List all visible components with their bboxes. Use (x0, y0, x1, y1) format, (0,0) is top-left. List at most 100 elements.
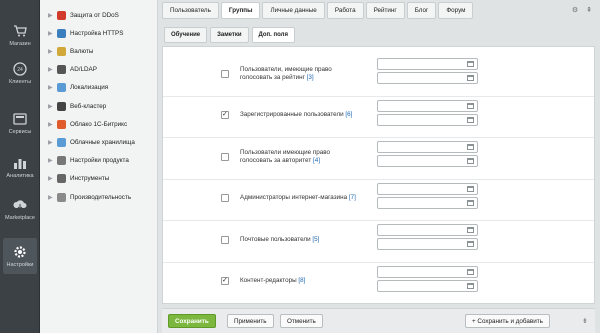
chevron-right-icon[interactable]: ▶ (48, 48, 56, 55)
calendar-icon[interactable] (467, 241, 474, 247)
group-count-link[interactable]: [4] (313, 157, 320, 164)
calendar-icon[interactable] (467, 61, 474, 67)
chevron-right-icon[interactable]: ▶ (48, 84, 56, 91)
date-from-input[interactable] (377, 58, 478, 70)
group-checkbox[interactable] (221, 110, 229, 120)
tree-item[interactable]: ▶ Валюты (40, 42, 158, 60)
pin-icon[interactable]: ⇟ (582, 317, 588, 325)
date-to-input[interactable] (377, 238, 478, 250)
group-count-link[interactable]: [3] (307, 74, 314, 81)
date-from-input[interactable] (377, 141, 478, 153)
groups-panel: Пользователи, имеющие право голосовать з… (162, 46, 595, 304)
calendar-icon[interactable] (467, 227, 474, 233)
svg-text:24: 24 (17, 67, 23, 73)
tree-item[interactable]: ▶ Локализация (40, 79, 158, 97)
chevron-right-icon[interactable]: ▶ (48, 121, 56, 128)
tree-item[interactable]: ▶ Облачные хранилища (40, 133, 158, 151)
calendar-icon[interactable] (467, 116, 474, 123)
tree-item[interactable]: ▶ AD/LDAP (40, 61, 158, 79)
tree-item[interactable]: ▶ Производительность (40, 188, 158, 206)
tree-item-label: Облако 1С-Битрикс (70, 120, 128, 128)
tree-item[interactable]: ▶ Настройка HTTPS (40, 24, 158, 42)
tree-item-label: Валюты (70, 47, 94, 55)
group-checkbox[interactable] (221, 69, 229, 78)
tab-0[interactable]: Пользователь (162, 2, 219, 19)
group-row: Пользователи имеющие право голосовать за… (163, 138, 594, 180)
calendar-icon[interactable] (467, 75, 474, 81)
gear-icon[interactable]: ⚙ (572, 6, 578, 14)
nav-item-analytics[interactable]: Аналитика (0, 148, 40, 186)
chevron-right-icon[interactable]: ▶ (48, 194, 56, 201)
calendar-icon[interactable] (467, 199, 474, 206)
tab-4[interactable]: Рейтинг (365, 2, 405, 19)
group-label: Почтовые пользователи [5] (240, 236, 380, 244)
date-to-input[interactable] (377, 155, 478, 167)
chevron-right-icon[interactable]: ▶ (48, 12, 56, 19)
chevron-right-icon[interactable]: ▶ (48, 139, 56, 146)
tree-item[interactable]: ▶ Веб-кластер (40, 97, 158, 115)
calendar-icon[interactable] (467, 268, 474, 275)
group-count-link[interactable]: [6] (345, 111, 352, 118)
date-from-input[interactable] (377, 265, 478, 278)
tree-item-label: Инструменты (70, 175, 110, 183)
group-label: Зарегистрированные пользователи [6] (240, 111, 380, 119)
tree-item-icon (57, 28, 66, 38)
chevron-right-icon[interactable]: ▶ (48, 175, 56, 182)
tree-item[interactable]: ▶ Настройки продукта (40, 152, 158, 170)
tree-item-icon (57, 46, 66, 56)
nav-item-cloud-download[interactable]: Marketplace (0, 190, 40, 228)
group-count-link[interactable]: [5] (312, 236, 319, 243)
tree-item[interactable]: ▶ Инструменты (40, 170, 158, 188)
chevron-right-icon[interactable]: ▶ (48, 66, 56, 73)
date-from-input[interactable] (377, 182, 478, 195)
chevron-right-icon[interactable]: ▶ (48, 103, 56, 110)
cloud-download-icon (13, 198, 27, 212)
date-to-input[interactable] (377, 196, 478, 209)
calendar-icon[interactable] (467, 282, 474, 289)
pin-icon[interactable]: ⇞ (586, 6, 592, 14)
tree-item-label: Облачные хранилища (70, 138, 135, 146)
chevron-right-icon[interactable]: ▶ (48, 30, 56, 37)
calendar-icon[interactable] (467, 144, 474, 150)
nav-item-services[interactable]: Сервисы (0, 104, 40, 142)
cancel-button[interactable]: Отменить (280, 314, 323, 328)
apply-button[interactable]: Применить (227, 314, 274, 328)
nav-item-cart[interactable]: Магазин (0, 16, 40, 54)
group-count-link[interactable]: [8] (298, 277, 305, 284)
subtab-2[interactable]: Доп. поля (251, 27, 295, 43)
nav-item-gear[interactable]: Настройки (3, 238, 37, 274)
group-checkbox[interactable] (221, 152, 229, 161)
tree-item-label: AD/LDAP (70, 66, 97, 74)
save-button[interactable]: Сохранить (168, 314, 216, 328)
calendar-icon[interactable] (467, 185, 474, 192)
form-footer: Сохранить Применить Отменить + Сохранить… (162, 308, 595, 333)
tree-item-icon (57, 83, 66, 93)
nav-item-label: Клиенты (8, 78, 32, 85)
date-to-input[interactable] (377, 113, 478, 126)
tree-item-icon (57, 192, 66, 202)
chevron-right-icon[interactable]: ▶ (48, 157, 56, 164)
subtab-0[interactable]: Обучение (164, 27, 208, 43)
date-from-input[interactable] (377, 99, 478, 112)
tab-3[interactable]: Работа (326, 2, 364, 19)
nav-item-crm[interactable]: 24 Клиенты (0, 54, 40, 92)
group-row: Администраторы интернет-магазина [7] (163, 180, 594, 221)
tree-item[interactable]: ▶ Защита от DDoS (40, 6, 158, 24)
tree-item[interactable]: ▶ Облако 1С-Битрикс (40, 115, 158, 133)
tab-2[interactable]: Личные данные (262, 2, 325, 19)
date-to-input[interactable] (377, 279, 478, 292)
calendar-icon[interactable] (467, 102, 474, 109)
date-to-input[interactable] (377, 72, 478, 84)
tab-5[interactable]: Блог (406, 2, 437, 19)
calendar-icon[interactable] (467, 158, 474, 164)
subtab-1[interactable]: Заметки (210, 27, 249, 43)
group-count-link[interactable]: [7] (349, 194, 356, 201)
group-checkbox[interactable] (221, 276, 229, 286)
tab-6[interactable]: Форум (438, 2, 474, 19)
tree-item-icon (57, 174, 66, 184)
group-checkbox[interactable] (221, 194, 229, 203)
tab-1[interactable]: Группы (220, 2, 261, 19)
date-from-input[interactable] (377, 224, 478, 236)
save-and-add-button[interactable]: + Сохранить и добавить (465, 314, 550, 328)
group-checkbox[interactable] (221, 235, 229, 244)
